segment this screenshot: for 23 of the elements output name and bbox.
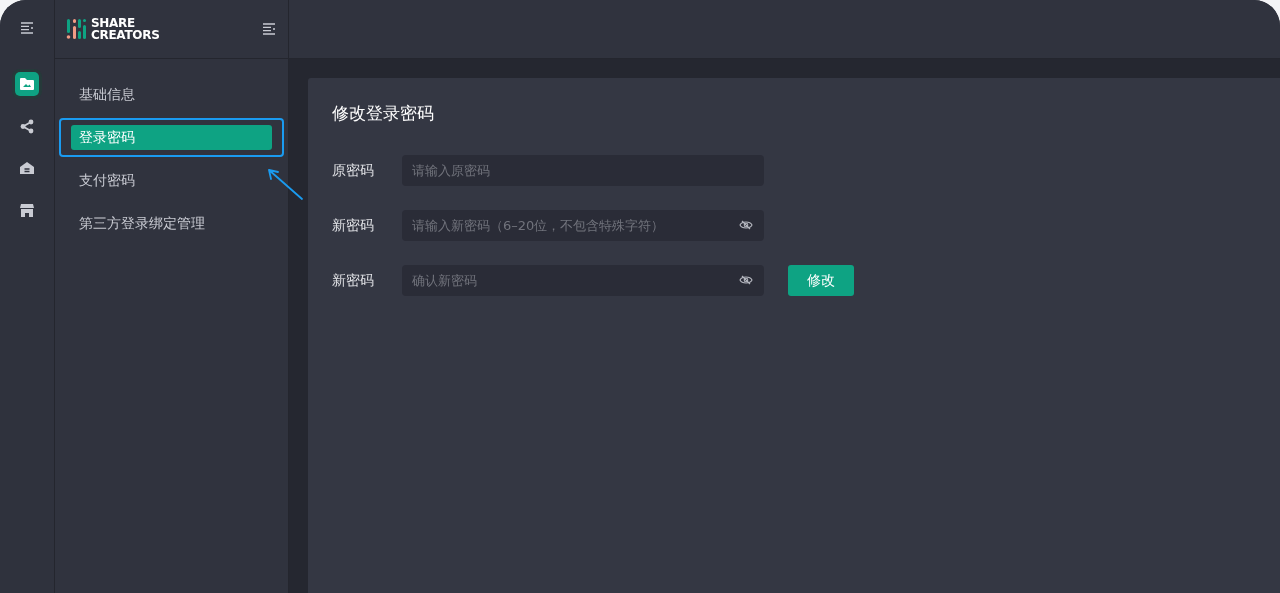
field-label: 新密码 xyxy=(332,216,375,235)
logo-text: CREATORS xyxy=(91,29,160,41)
menu-item[interactable]: 第三方登录绑定管理 xyxy=(71,211,272,236)
eye-hidden-icon[interactable] xyxy=(739,275,753,285)
pointer-arrow xyxy=(266,167,304,201)
store-icon xyxy=(19,202,35,218)
field-label: 原密码 xyxy=(332,161,375,180)
menu-icon[interactable] xyxy=(262,23,276,35)
eye-hidden-icon[interactable] xyxy=(739,220,753,230)
menu-item[interactable]: 基础信息 xyxy=(71,82,272,107)
menu-icon[interactable] xyxy=(20,22,34,34)
home-icon xyxy=(19,161,35,175)
share-icon xyxy=(20,118,34,134)
menu-item[interactable]: 支付密码 xyxy=(71,168,272,193)
folder-rail-button[interactable] xyxy=(15,72,39,96)
password-field[interactable]: 请输入新密码（6–20位，不包含特殊字符） xyxy=(402,210,764,241)
folder-icon xyxy=(19,77,35,91)
password-field[interactable]: 确认新密码 xyxy=(402,265,764,296)
logo-text: SHARE xyxy=(91,17,136,29)
password-field[interactable]: 请输入原密码 xyxy=(402,155,764,186)
page-title: 修改登录密码 xyxy=(332,102,435,125)
field-label: 新密码 xyxy=(332,271,375,290)
logo-mark-icon xyxy=(66,17,88,41)
